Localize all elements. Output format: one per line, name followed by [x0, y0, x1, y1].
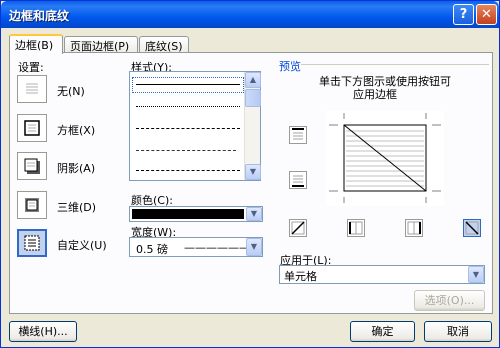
setting-box-button[interactable]	[17, 114, 47, 142]
box-border-icon	[24, 120, 40, 136]
scroll-down-icon[interactable]: ▼	[245, 164, 261, 180]
preview-divider	[301, 64, 489, 65]
shadow-border-icon	[24, 158, 40, 174]
tab-page-border[interactable]: 页面边框(P)	[64, 36, 138, 53]
left-border-icon	[349, 221, 363, 235]
width-value: 0.5 磅	[136, 243, 168, 256]
diagonal-down-icon	[465, 221, 479, 235]
diagonal-up-icon	[291, 221, 305, 235]
scroll-up-icon[interactable]: ▲	[245, 72, 261, 88]
diagonal-down-button[interactable]	[463, 219, 481, 237]
width-dropdown[interactable]: 0.5 磅 —————— ▼	[129, 237, 263, 257]
border-preview-area[interactable]	[326, 111, 444, 206]
scroll-thumb[interactable]	[245, 89, 261, 107]
none-border-icon	[26, 83, 38, 94]
chevron-down-icon[interactable]: ▼	[246, 207, 262, 221]
style-selection-outline	[132, 77, 244, 93]
title-bar[interactable]: 边框和底纹 ? ✕	[1, 1, 499, 28]
color-dropdown[interactable]: ▼	[129, 206, 263, 222]
ok-button[interactable]: 确定	[350, 321, 415, 342]
window-title: 边框和底纹	[9, 9, 70, 23]
apply-to-value: 单元格	[284, 270, 317, 283]
setting-shadow-button[interactable]	[17, 152, 47, 180]
left-border-button[interactable]	[347, 219, 365, 237]
style-small-dash-line[interactable]	[136, 128, 240, 129]
setting-none-label: 无(N)	[57, 85, 85, 98]
bottom-border-button[interactable]	[289, 171, 307, 189]
options-button[interactable]: 选项(O)...	[414, 290, 485, 311]
apply-to-dropdown[interactable]: 单元格 ▼	[279, 265, 485, 284]
diagonal-up-button[interactable]	[289, 219, 307, 237]
3d-border-icon	[25, 198, 39, 212]
borders-and-shading-dialog: 边框和底纹 ? ✕ 边框(B) 页面边框(P) 底纹(S) 设置: 无(N) 方…	[0, 0, 500, 348]
style-list[interactable]: ▲ ▼	[129, 71, 261, 181]
style-dash-dot-line[interactable]	[136, 170, 240, 171]
horizontal-line-button[interactable]: 横线(H)...	[9, 321, 77, 342]
tab-shading[interactable]: 底纹(S)	[139, 36, 189, 53]
top-border-button[interactable]	[289, 126, 307, 144]
border-preview-diagram	[329, 113, 441, 203]
settings-heading: 设置:	[18, 61, 44, 74]
close-button[interactable]: ✕	[476, 4, 497, 25]
top-border-icon	[292, 128, 304, 140]
style-dotted-line[interactable]	[136, 106, 240, 107]
color-swatch	[132, 209, 244, 219]
preview-heading: 预览	[279, 60, 301, 73]
style-scrollbar[interactable]: ▲ ▼	[244, 72, 261, 180]
help-button[interactable]: ?	[453, 4, 474, 25]
preview-instructions-line2: 应用边框	[353, 88, 397, 101]
setting-box-label: 方框(X)	[57, 124, 96, 137]
setting-3d-label: 三维(D)	[57, 201, 97, 214]
setting-3d-button[interactable]	[17, 191, 47, 219]
chevron-down-icon[interactable]: ▼	[246, 238, 262, 256]
custom-border-icon	[24, 235, 40, 251]
right-border-icon	[407, 221, 421, 235]
cancel-button[interactable]: 取消	[424, 321, 492, 342]
right-border-button[interactable]	[405, 219, 423, 237]
setting-none-button[interactable]	[17, 75, 47, 103]
setting-custom-button[interactable]	[17, 229, 47, 257]
style-dash-line[interactable]	[136, 150, 236, 151]
width-line-sample: ——————	[184, 241, 250, 254]
setting-custom-label: 自定义(U)	[57, 239, 107, 252]
tab-borders[interactable]: 边框(B)	[9, 34, 63, 54]
bottom-border-icon	[292, 175, 304, 187]
setting-shadow-label: 阴影(A)	[57, 162, 96, 175]
style-solid-line[interactable]	[136, 84, 240, 85]
chevron-down-icon[interactable]: ▼	[468, 266, 484, 283]
